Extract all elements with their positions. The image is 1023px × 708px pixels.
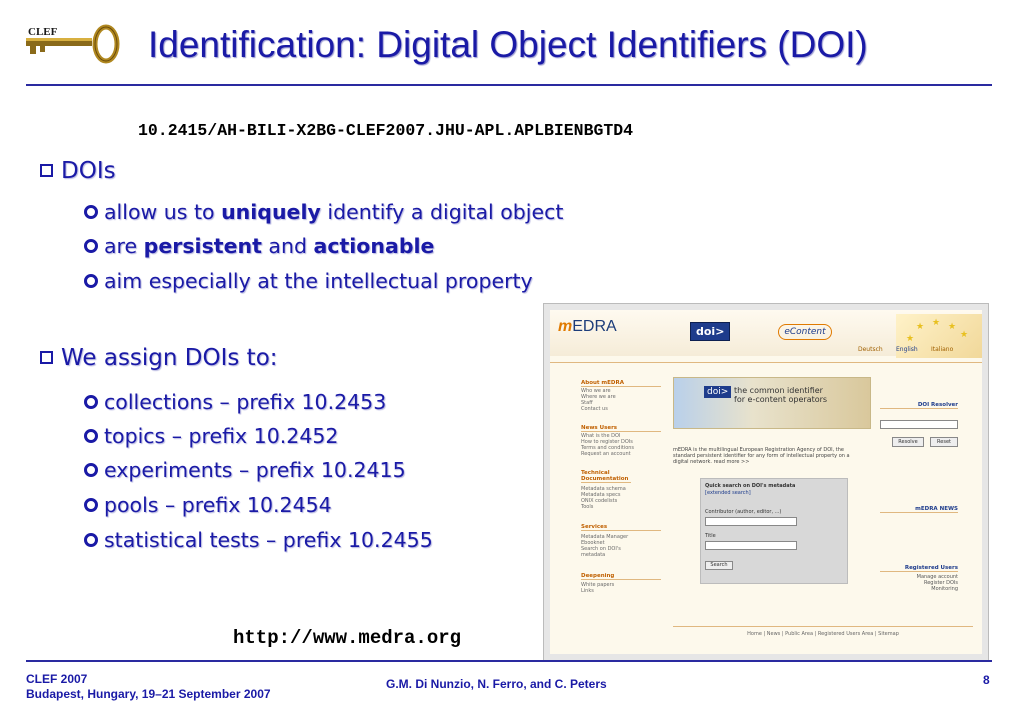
circle-bullet-icon xyxy=(84,463,98,477)
title-input[interactable] xyxy=(705,541,797,550)
bullet-item: pools – prefix 10.2454 xyxy=(84,493,332,517)
lang-english[interactable]: English xyxy=(896,346,918,353)
banner-line: the common identifier xyxy=(734,386,823,395)
extended-search-link[interactable]: [extended search] xyxy=(705,490,751,496)
bullet-emphasis: persistent xyxy=(143,234,262,258)
doi-banner: doi> the common identifier for e-content… xyxy=(673,377,871,429)
bullet-item: topics – prefix 10.2452 xyxy=(84,424,338,448)
bullet-item: statistical tests – prefix 10.2455 xyxy=(84,528,433,552)
bullet-text: and xyxy=(261,234,314,258)
banner-text: the common identifier for e-content oper… xyxy=(734,386,827,404)
registered-link[interactable]: Monitoring xyxy=(880,586,958,592)
registered-users-heading: Registered Users xyxy=(880,565,958,572)
bullet-item: experiments – prefix 10.2415 xyxy=(84,458,406,482)
sidebar-link[interactable]: Links xyxy=(581,588,594,594)
doi-example: 10.2415/AH-BILI-X2BG-CLEF2007.JHU-APL.AP… xyxy=(138,121,634,140)
footer-authors: G.M. Di Nunzio, N. Ferro, and C. Peters xyxy=(386,677,607,691)
sidebar-link[interactable]: Contact us xyxy=(581,406,608,412)
circle-bullet-icon xyxy=(84,533,98,547)
page-number: 8 xyxy=(983,673,990,687)
contributor-input[interactable] xyxy=(705,517,797,526)
footer-rule xyxy=(26,660,992,662)
bullet-text: collections – prefix 10.2453 xyxy=(104,390,387,414)
lang-deutsch[interactable]: Deutsch xyxy=(858,346,883,353)
footer-conference: CLEF 2007 xyxy=(26,672,88,686)
sidebar-link[interactable]: Request an account xyxy=(581,451,631,457)
sidebar-heading: News Users xyxy=(581,425,661,432)
reset-button[interactable]: Reset xyxy=(930,437,958,447)
bullet-item: collections – prefix 10.2453 xyxy=(84,390,386,414)
doi-resolver-heading: DOI Resolver xyxy=(880,402,958,409)
resolve-button[interactable]: Resolve xyxy=(892,437,924,447)
circle-bullet-icon xyxy=(84,395,98,409)
banner-doi-logo: doi> xyxy=(704,386,732,398)
bullet-item: are persistent and actionable xyxy=(84,234,434,258)
sidebar-heading: Deepening xyxy=(581,573,661,580)
title-label: Title xyxy=(705,533,716,539)
news-heading: mEDRA NEWS xyxy=(880,506,958,513)
title-rule xyxy=(26,84,992,86)
medra-url: http://www.medra.org xyxy=(233,627,462,649)
econtent-logo: eContent xyxy=(778,324,832,340)
section-heading-assign: We assign DOIs to: xyxy=(40,345,278,371)
medra-logo: mEDRA xyxy=(558,318,617,336)
website-footer-links[interactable]: Home | News | Public Area | Registered U… xyxy=(673,631,973,637)
website-page: mEDRA doi> eContent ★ ★ ★ ★ ★ Deutsch En… xyxy=(550,310,982,654)
bullet-text: experiments – prefix 10.2415 xyxy=(104,458,406,482)
bullet-item: aim especially at the intellectual prope… xyxy=(84,269,533,293)
bullet-text: aim especially at the intellectual prope… xyxy=(104,269,533,293)
circle-bullet-icon xyxy=(84,239,98,253)
bullet-text: are xyxy=(104,234,144,258)
star-icon: ★ xyxy=(960,330,969,340)
logo-rest: EDRA xyxy=(572,318,617,335)
bullet-text: pools – prefix 10.2454 xyxy=(104,493,332,517)
circle-bullet-icon xyxy=(84,205,98,219)
search-button[interactable]: Search xyxy=(705,561,733,570)
bullet-emphasis: actionable xyxy=(313,234,435,258)
doi-logo: doi> xyxy=(690,322,731,341)
star-icon: ★ xyxy=(948,322,957,332)
bullet-text: topics – prefix 10.2452 xyxy=(104,424,339,448)
clef-key-logo: CLEF xyxy=(26,24,120,64)
circle-bullet-icon xyxy=(84,274,98,288)
bullet-text: allow us to xyxy=(104,200,222,224)
section-heading-dois: DOIs xyxy=(40,158,116,184)
circle-bullet-icon xyxy=(84,429,98,443)
contributor-label: Contributor (author, editor, ...) xyxy=(705,509,782,515)
header-divider xyxy=(550,362,982,363)
footer-divider xyxy=(673,626,973,627)
star-icon: ★ xyxy=(916,322,925,332)
logo-text: CLEF xyxy=(28,26,58,38)
sidebar-heading: Technical Documentation xyxy=(581,470,631,483)
bullet-item: allow us to uniquely identify a digital … xyxy=(84,200,563,224)
checkbox-bullet-icon xyxy=(40,351,53,364)
footer-location: Budapest, Hungary, 19–21 September 2007 xyxy=(26,687,271,701)
checkbox-bullet-icon xyxy=(40,164,53,177)
sidebar-link[interactable]: Search on DOI's metadata xyxy=(581,546,625,558)
banner-line: for e-content operators xyxy=(734,395,828,404)
medra-website-screenshot: mEDRA doi> eContent ★ ★ ★ ★ ★ Deutsch En… xyxy=(543,303,989,661)
lang-italiano[interactable]: Italiano xyxy=(931,346,953,353)
slide-title: Identification: Digital Object Identifie… xyxy=(148,24,868,65)
doi-resolver-input[interactable] xyxy=(880,420,958,429)
star-icon: ★ xyxy=(932,318,941,328)
section-heading-text: We assign DOIs to: xyxy=(61,345,278,371)
star-icon: ★ xyxy=(906,334,915,344)
bullet-text: identify a digital object xyxy=(320,200,564,224)
sidebar-heading: Services xyxy=(581,524,661,531)
section-heading-text: DOIs xyxy=(61,158,116,184)
quick-search-title: Quick search on DOI's metadata xyxy=(705,483,796,489)
bullet-emphasis: uniquely xyxy=(221,200,321,224)
sidebar-link[interactable]: Tools xyxy=(581,504,593,510)
bullet-text: statistical tests – prefix 10.2455 xyxy=(104,528,433,552)
circle-bullet-icon xyxy=(84,498,98,512)
quick-search-panel: Quick search on DOI's metadata [extended… xyxy=(700,478,848,584)
logo-m: m xyxy=(558,318,573,335)
medra-intro-text: mEDRA is the multilingual European Regis… xyxy=(673,447,850,465)
sidebar-heading: About mEDRA xyxy=(581,380,661,387)
